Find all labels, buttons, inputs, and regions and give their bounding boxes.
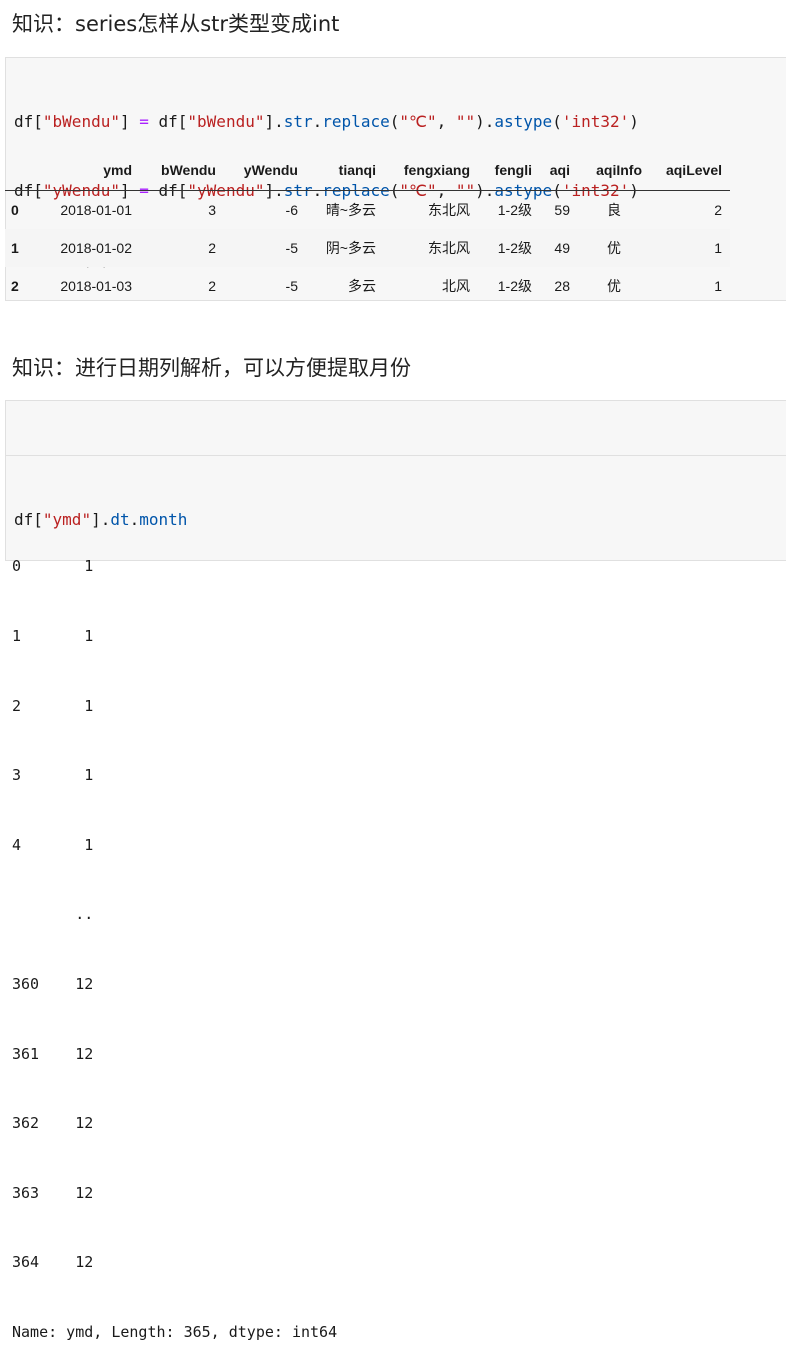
table-row: 1 2018-01-02 2 -5 阴~多云 东北风 1-2级 49 优 1: [5, 229, 730, 267]
code-token: ]: [119, 112, 140, 131]
code-token: astype: [494, 112, 553, 131]
cell-aqi: 28: [554, 278, 570, 294]
code-token: ): [629, 112, 639, 131]
row-index: 2: [11, 278, 19, 294]
row-index: 0: [11, 202, 19, 218]
output-line: 364 12: [12, 1253, 94, 1272]
heading-series-to-int: 知识：series怎样从str类型变成int: [12, 12, 340, 36]
column-header-bwendu: bWendu: [140, 150, 224, 191]
code-line: df["bWendu"] = df["bWendu"].str.replace(…: [14, 110, 786, 133]
column-header-fengli: fengli: [478, 150, 540, 191]
cell-fengxiang: 东北风: [428, 202, 470, 218]
column-header-tianqi: tianqi: [306, 150, 384, 191]
cell-output: 0 1 1 1 2 1 3 1 4 1 .. 360 12 361 12 362…: [12, 509, 337, 1367]
code-token: (: [552, 112, 562, 131]
table-header-row: ymd bWendu yWendu tianqi fengxiang fengl…: [5, 150, 730, 191]
output-line: 2 1: [12, 696, 94, 715]
column-header-aqiinfo: aqiInfo: [578, 150, 650, 191]
cell-ywendu: -6: [285, 202, 298, 218]
code-token: str: [283, 112, 313, 131]
code-token: ).: [475, 112, 495, 131]
cell-bwendu: 2: [208, 240, 216, 256]
cell-aqi: 49: [554, 240, 570, 256]
output-line: 360 12: [12, 974, 94, 993]
column-header-aqilevel: aqiLevel: [650, 150, 730, 191]
cell-aqilevel: 2: [714, 202, 722, 218]
code-token: df[: [148, 112, 188, 131]
dataframe-table: ymd bWendu yWendu tianqi fengxiang fengl…: [5, 150, 730, 305]
output-line: 3 1: [12, 766, 94, 785]
output-line: 1 1: [12, 627, 94, 645]
column-header-fengxiang: fengxiang: [384, 150, 478, 191]
cell-tianqi: 阴~多云: [325, 240, 376, 256]
cell-aqiinfo: 优: [607, 240, 621, 256]
cell-ywendu: -5: [285, 278, 298, 294]
cell-fengli: 1-2级: [497, 202, 532, 218]
cell-bwendu: 2: [208, 278, 216, 294]
cell-aqilevel: 1: [714, 240, 722, 256]
row-index: 1: [11, 240, 19, 256]
cell-aqilevel: 1: [714, 278, 722, 294]
table-row: 2 2018-01-03 2 -5 多云 北风 1-2级 28 优 1: [5, 267, 730, 305]
cell-tianqi: 多云: [348, 278, 376, 294]
code-token: (: [389, 112, 400, 131]
output-line: 363 12: [12, 1183, 94, 1202]
output-line: 361 12: [12, 1044, 94, 1063]
code-token: "bWendu": [42, 112, 120, 131]
cell-fengli: 1-2级: [497, 240, 532, 256]
cell-aqiinfo: 良: [607, 202, 621, 218]
column-header-ywendu: yWendu: [224, 150, 306, 191]
output-line: ..: [12, 905, 94, 924]
table-row: 0 2018-01-01 3 -6 晴~多云 东北风 1-2级 59 良 2: [5, 191, 730, 230]
output-line: 4 1: [12, 835, 94, 854]
output-line: 0 1: [12, 557, 94, 576]
code-token: "": [455, 112, 476, 131]
cell-bwendu: 3: [208, 202, 216, 218]
column-header-ymd: ymd: [39, 150, 140, 191]
cell-fengxiang: 东北风: [428, 240, 470, 256]
code-token: ].: [264, 112, 284, 131]
output-line: Name: ymd, Length: 365, dtype: int64: [12, 1322, 338, 1341]
cell-aqi: 59: [554, 202, 570, 218]
heading-date-parsing: 知识：进行日期列解析，可以方便提取月份: [12, 356, 411, 380]
code-token: df[: [14, 112, 43, 131]
code-token: 'int32': [561, 112, 630, 131]
cell-tianqi: 晴~多云: [325, 202, 376, 218]
cell-ymd: 2018-01-03: [60, 278, 132, 294]
column-header-index: [5, 150, 39, 191]
column-header-aqi: aqi: [540, 150, 578, 191]
code-token: "℃": [399, 112, 437, 131]
code-token: =: [139, 112, 149, 131]
output-line: 362 12: [12, 1114, 94, 1133]
cell-fengli: 1-2级: [497, 278, 532, 294]
code-token: "bWendu": [187, 112, 265, 131]
cell-ywendu: -5: [285, 240, 298, 256]
cell-ymd: 2018-01-01: [60, 202, 132, 218]
cell-fengxiang: 北风: [442, 278, 470, 294]
code-token: .: [312, 112, 323, 131]
cell-ymd: 2018-01-02: [60, 240, 132, 256]
cell-aqiinfo: 优: [607, 278, 621, 294]
code-token: replace: [322, 112, 390, 131]
code-token: ,: [436, 112, 456, 131]
